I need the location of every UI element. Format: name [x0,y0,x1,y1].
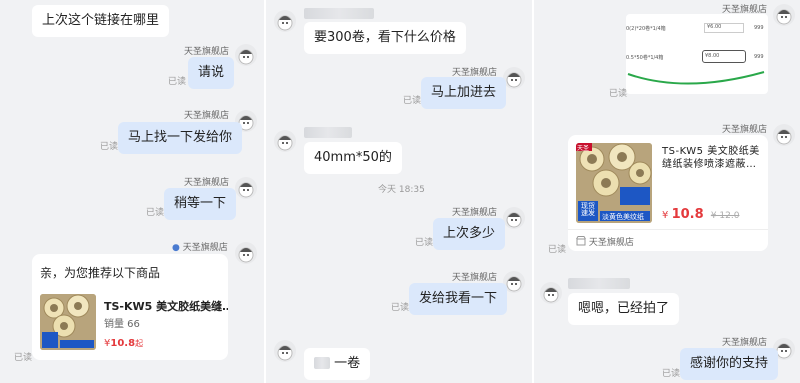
sender-name: 天圣旗舰店 [184,111,230,121]
customer-name-blurred [304,127,352,138]
message-bubble-outgoing[interactable]: 请说 [188,57,235,89]
shop-avatar[interactable] [503,207,525,229]
read-receipt: 已读 [415,238,434,248]
product-original-price: ¥ 12.0 [710,211,740,221]
screenshot-text: 999 [754,25,764,31]
message-bubble-incoming[interactable]: 嗯嗯，已经拍了 [568,293,680,325]
chat-panel-3: 天圣旗舰店 0(2)*20卷*1/4箱 ¥6.00 999 0.5*50卷*1/… [534,0,800,383]
product-thumbnail[interactable]: 天圣 现货 速发 淡黄色美纹纸 [576,143,652,223]
product-name[interactable]: TS-KW5 美文胶纸美缝… [104,298,228,314]
message-text: 感谢你的支持 [690,356,769,371]
read-receipt: 已读 [168,77,187,87]
read-receipt: 已读 [609,89,628,99]
product-sales: 销量 66 [104,319,140,330]
read-receipt: 已读 [662,369,681,379]
message-text: 请说 [198,65,225,80]
screenshot-field: ¥6.00 [704,23,744,33]
customer-name-blurred [568,278,630,289]
message-text: 稍等一下 [174,196,227,211]
message-text: 马上加进去 [431,85,497,100]
thumb-text: 现货 速发 [581,202,595,217]
user-icon: ● [172,243,180,253]
read-receipt: 已读 [548,245,567,255]
message-text: 40mm*50的 [314,150,392,165]
customer-avatar[interactable] [274,130,296,152]
screenshot-text: 0(2)*20卷*1/4箱 [626,26,666,32]
sender-name: ● 天圣旗舰店 [172,243,228,253]
read-receipt: 已读 [403,96,422,106]
shop-link[interactable]: 天圣旗舰店 [576,235,634,248]
customer-avatar[interactable] [540,282,562,304]
message-text: 上次多少 [443,226,496,241]
store-icon [576,236,586,246]
message-text: 嗯嗯，已经拍了 [578,301,670,316]
shop-avatar[interactable] [235,177,257,199]
recommendation-title: 亲，为您推荐以下商品 [40,266,161,280]
message-bubble-outgoing[interactable]: 马上找一下发给你 [118,122,243,154]
product-thumbnail[interactable] [40,294,96,350]
message-bubble-incoming[interactable]: 一卷 [304,348,371,380]
message-text: 上次这个链接在哪里 [42,13,160,28]
message-text: 要300卷，看下什么价格 [314,30,456,45]
recommendation-card[interactable]: 亲，为您推荐以下商品 TS-KW5 美文胶纸美缝… 销量 66 ¥10.8起 [32,254,228,360]
message-text: 发给我看一下 [419,291,498,306]
message-bubble-outgoing[interactable]: 发给我看一下 [409,283,508,315]
read-receipt: 已读 [14,353,33,363]
shop-avatar[interactable] [235,44,257,66]
sender-name: 天圣旗舰店 [452,273,498,283]
shop-avatar[interactable] [503,67,525,89]
redacted-text [314,357,330,369]
message-bubble-incoming[interactable]: 40mm*50的 [304,142,402,174]
message-text: 一卷 [334,356,361,371]
chat-panel-2: 要300卷，看下什么价格 天圣旗舰店 马上加进去 已读 40mm*50的 今天 … [266,0,532,383]
thumb-badge: 天圣 [577,145,590,152]
customer-avatar[interactable] [274,340,296,362]
read-receipt: 已读 [146,208,165,218]
sender-name: 天圣旗舰店 [722,338,768,348]
shop-avatar[interactable] [235,242,257,264]
customer-avatar[interactable] [274,10,296,32]
message-bubble-incoming[interactable]: 要300卷，看下什么价格 [304,22,466,54]
message-bubble-incoming[interactable]: 上次这个链接在哪里 [32,5,170,37]
product-name[interactable]: TS-KW5 美文胶纸美缝纸装修喷漆遮蔽… [662,145,762,171]
sender-name: 天圣旗舰店 [722,125,768,135]
sender-name: 天圣旗舰店 [184,178,230,188]
message-bubble-outgoing[interactable]: 稍等一下 [164,188,237,220]
customer-name-blurred [304,8,374,19]
message-text: 马上找一下发给你 [128,130,233,145]
read-receipt: 已读 [391,303,410,313]
sender-name: 天圣旗舰店 [184,47,230,57]
read-receipt: 已读 [100,142,119,152]
product-price: ¥10.8起 [104,338,144,349]
timestamp: 今天 18:35 [378,185,425,195]
thumb-caption: 淡黄色美纹纸 [602,213,644,221]
shop-avatar[interactable] [773,124,795,146]
card-divider [568,229,768,230]
message-bubble-outgoing[interactable]: 感谢你的支持 [680,348,779,380]
shop-avatar[interactable] [773,4,795,26]
green-curve-annotation [627,71,765,85]
chat-panel-1: 上次这个链接在哪里 天圣旗舰店 请说 已读 天圣旗舰店 马上找一下发给你 已读 … [0,0,264,383]
product-card[interactable]: 天圣 现货 速发 淡黄色美纹纸 TS-KW5 美文胶纸美缝纸装修喷漆遮蔽… ¥ 1… [568,135,768,251]
message-bubble-outgoing[interactable]: 马上加进去 [421,77,507,109]
product-price: ¥ 10.8 ¥ 12.0 [662,207,740,222]
screenshot-image-message[interactable]: 0(2)*20卷*1/4箱 ¥6.00 999 0.5*50卷*1/4箱 ¥8.… [626,14,768,94]
sender-name: 天圣旗舰店 [452,208,498,218]
message-bubble-outgoing[interactable]: 上次多少 [433,218,506,250]
